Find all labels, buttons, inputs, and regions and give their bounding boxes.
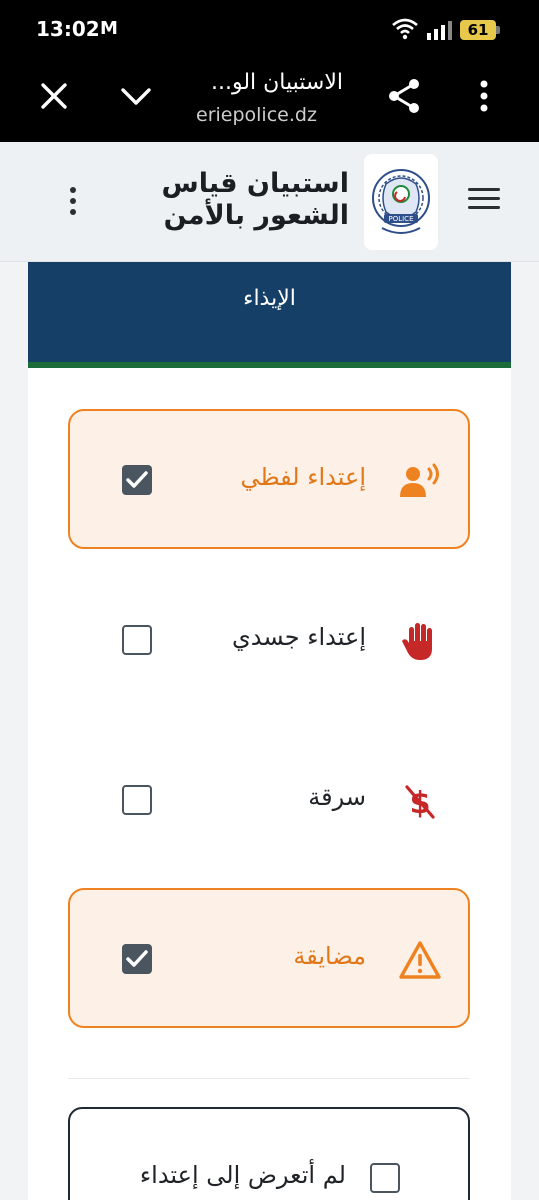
site-title-line2: الشعور بالأمن [163, 200, 349, 231]
battery-level: 61 [467, 21, 489, 39]
browser-toolbar: الاستبيان الو... eriepolice.dz [0, 58, 539, 142]
status-bar: 13:02 M 61 [0, 0, 539, 58]
banner-stripe [28, 362, 511, 368]
share-icon[interactable] [386, 76, 422, 116]
option-checkbox[interactable] [122, 465, 152, 495]
wifi-icon [392, 18, 418, 40]
option-theft[interactable]: سرقة $ [68, 729, 470, 869]
verbal-abuse-icon [400, 463, 439, 497]
signal-icon [427, 21, 452, 40]
warning-triangle-icon [399, 941, 441, 979]
gmail-icon: M [100, 18, 118, 39]
hand-stop-icon [402, 623, 432, 660]
site-header: استبيان قياس الشعور بالأمن POLICE [0, 142, 539, 262]
battery-icon: 61 [460, 20, 500, 40]
option-checkbox[interactable] [370, 1163, 400, 1193]
site-title-line1: استبيان قياس [161, 168, 349, 199]
option-checkbox[interactable] [122, 625, 152, 655]
option-label: سرقة [308, 783, 366, 811]
svg-text:POLICE: POLICE [388, 215, 413, 223]
survey-panel: الإيذاء إعتداء لفظي إعتداء جسدي سرقة مضا… [28, 262, 511, 1200]
option-harassment[interactable]: مضايقة [68, 888, 470, 1028]
browser-url[interactable]: eriepolice.dz [196, 104, 346, 126]
close-icon[interactable] [38, 80, 70, 112]
chevron-down-icon[interactable] [118, 80, 154, 112]
browser-page-title: الاستبيان الو... [210, 70, 343, 95]
more-vert-icon[interactable] [68, 186, 78, 216]
option-verbal-abuse[interactable]: إعتداء لفظي [68, 409, 470, 549]
option-checkbox[interactable] [122, 785, 152, 815]
more-vert-icon[interactable] [472, 78, 496, 114]
section-banner: الإيذاء [28, 262, 511, 368]
option-checkbox[interactable] [122, 944, 152, 974]
option-not-assaulted[interactable]: لم أتعرض إلى إعتداء [68, 1107, 470, 1200]
site-title: استبيان قياس الشعور بالأمن [161, 168, 349, 232]
option-label: إعتداء جسدي [231, 623, 366, 651]
money-off-icon: $ [405, 785, 435, 821]
option-label: مضايقة [293, 942, 366, 970]
hamburger-menu-icon[interactable] [468, 188, 502, 214]
divider [68, 1078, 470, 1079]
option-label: إعتداء لفظي [240, 463, 366, 491]
section-title: الإيذاء [243, 286, 296, 311]
option-physical-assault[interactable]: إعتداء جسدي [68, 569, 470, 709]
status-time: 13:02 [36, 17, 100, 41]
police-emblem-icon: POLICE [364, 154, 438, 250]
option-label: لم أتعرض إلى إعتداء [139, 1161, 346, 1189]
